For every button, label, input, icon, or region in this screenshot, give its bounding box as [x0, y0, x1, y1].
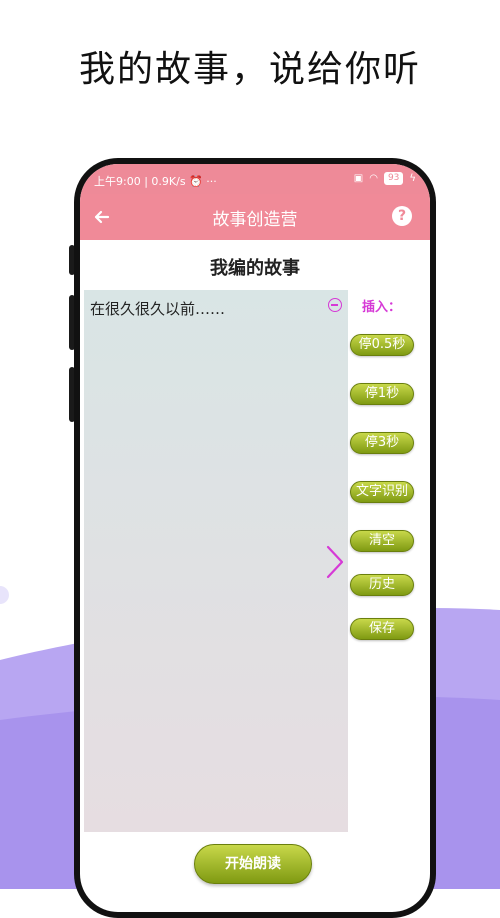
wifi-icon: ◠ — [369, 173, 378, 184]
story-editor[interactable]: 在很久很久以前…… — [84, 290, 348, 832]
start-reading-button[interactable]: 开始朗读 — [194, 844, 312, 884]
status-icons: ▣ ◠ 93 ϟ — [354, 172, 416, 185]
story-text[interactable]: 在很久很久以前…… — [90, 298, 225, 319]
phone-screen: 上午9:00 | 0.9K/s ⏰ ··· ▣ ◠ 93 ϟ 故事创造营 ? 我… — [80, 164, 430, 912]
charging-icon: ϟ — [409, 173, 416, 184]
text-recognition-button[interactable]: 文字识别 — [350, 481, 414, 503]
story-heading: 我编的故事 — [210, 258, 300, 279]
phone-frame: 上午9:00 | 0.9K/s ⏰ ··· ▣ ◠ 93 ϟ 故事创造营 ? 我… — [74, 158, 436, 918]
pause-one-second-button[interactable]: 停1秒 — [350, 383, 414, 405]
help-icon[interactable]: ? — [392, 206, 412, 226]
page-headline: 我的故事，说给你听 — [78, 49, 421, 90]
battery-icon: 93 — [383, 172, 404, 185]
insert-label: 插入： — [362, 300, 402, 315]
clear-button[interactable]: 清空 — [350, 530, 414, 552]
status-time: 上午9:00 | 0.9K/s ⏰ ··· — [94, 175, 217, 188]
pause-half-second-button[interactable]: 停0.5秒 — [350, 334, 414, 356]
pause-three-seconds-button[interactable]: 停3秒 — [350, 432, 414, 454]
save-button[interactable]: 保存 — [350, 618, 414, 640]
chevron-right-icon[interactable] — [324, 544, 346, 580]
sim-icon: ▣ — [353, 173, 364, 184]
app-title: 故事创造营 — [212, 210, 298, 230]
app-bar: 故事创造营 ? — [80, 194, 430, 240]
status-bar: 上午9:00 | 0.9K/s ⏰ ··· ▣ ◠ 93 ϟ — [80, 164, 430, 194]
history-button[interactable]: 历史 — [350, 574, 414, 596]
collapse-minus-icon[interactable] — [328, 298, 342, 312]
